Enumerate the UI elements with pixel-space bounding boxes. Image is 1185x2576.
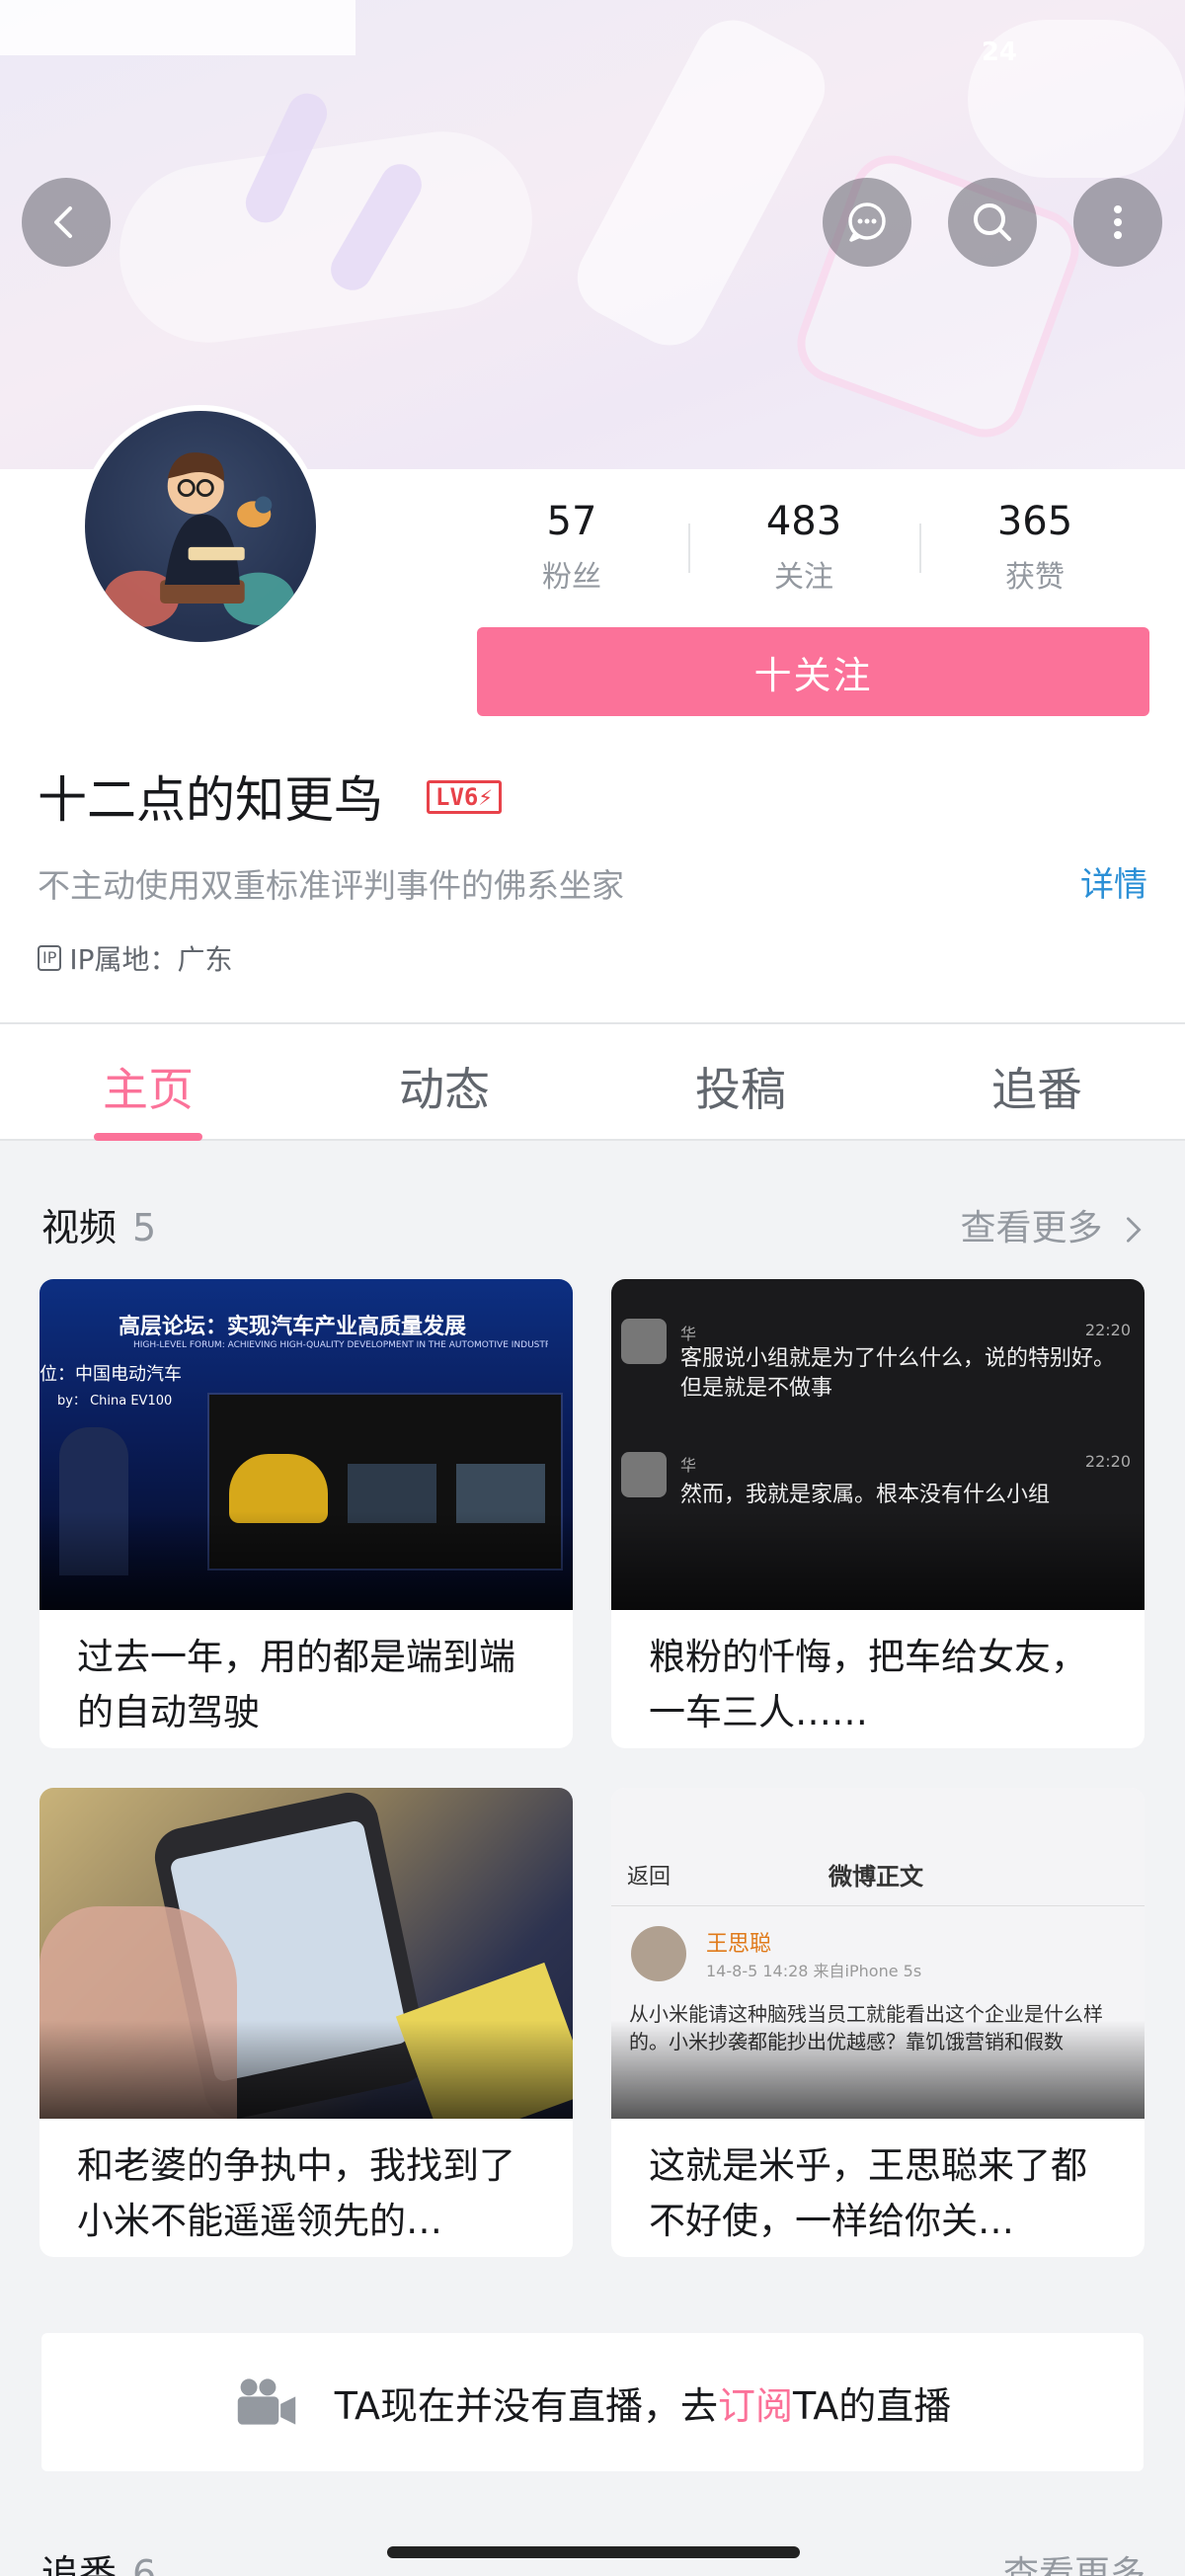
chat-bubble-icon [848,202,886,242]
chat-name: 华 [680,1456,697,1475]
live-status-card: TA现在并没有直播，去 订阅 TA的直播 [41,2333,1144,2471]
search-button[interactable] [948,178,1037,267]
more-button[interactable] [1073,178,1162,267]
profile-banner: 24 [0,0,1185,469]
thumb-side-text: by： China EV100 [57,1394,173,1409]
profile-tabs: 主页 动态 投稿 追番 [0,1022,1185,1141]
detail-link[interactable]: 详情 [1080,857,1147,906]
thumb-gradient [40,2020,573,2119]
avatar-illustration [104,452,295,627]
stat-followers[interactable]: 57 粉丝 [473,499,671,596]
weibo-time: 14-8-5 14:28 来自iPhone 5s [706,1962,922,1980]
banner-shape [108,120,544,355]
video-thumbnail [40,1788,573,2119]
battery-level: 24 [981,38,1017,67]
video-card[interactable]: 高层论坛：实现汽车产业高质量发展 HIGH-LEVEL FORUM: ACHIE… [40,1279,573,1748]
level-badge: LV6⚡ [427,780,502,814]
video-title: 和老婆的争执中，我找到了小米不能遥遥领先的… [77,2144,515,2242]
video-title: 这就是米乎，王思聪来了都不好使，一样给你关… [649,2144,1087,2242]
camera-icon [237,2378,295,2425]
thumb-subheading: HIGH-LEVEL FORUM: ACHIEVING HIGH-QUALITY… [133,1340,548,1350]
bio-text: 不主动使用双重标准评判事件的佛系坐家 [38,866,624,905]
back-arrow-icon [54,206,72,238]
ip-icon: IP [38,945,62,971]
stat-divider [919,523,921,573]
chat-avatar [621,1452,667,1497]
weibo-header: 返回 微博正文 [611,1837,1145,1906]
chat-name: 华 [680,1325,697,1343]
video-card[interactable]: 返回 微博正文 王思聪 14-8-5 14:28 来自iPhone 5s 从小米… [611,1788,1145,2257]
follow-button[interactable]: 十关注 [477,627,1149,716]
video-title: 粮粉的忏悔，把车给女友，一车三人…… [649,1636,1087,1733]
weibo-name: 王思聪 [706,1932,772,1957]
thumb-gradient [611,1511,1145,1610]
thumb-heading: 高层论坛：实现汽车产业高质量发展 [118,1315,467,1339]
stat-value: 483 [765,499,842,544]
video-thumbnail: 高层论坛：实现汽车产业高质量发展 HIGH-LEVEL FORUM: ACHIE… [40,1279,573,1610]
tab-bangumi[interactable]: 追番 [938,1054,1136,1119]
ip-location: IP IP属地：广东 [38,938,233,978]
weibo-back: 返回 [627,1865,672,1890]
tab-uploads[interactable]: 投稿 [642,1054,839,1119]
thumb-gradient [611,2020,1145,2119]
stat-label: 粉丝 [542,560,601,595]
videos-title: 视频 [41,1206,118,1249]
stat-value: 57 [546,499,597,544]
video-thumbnail: 华 22:20 客服说小组就是为了什么什么，说的特别好。但是就是不做事 华 22… [611,1279,1145,1610]
bangumi-title: 追番 [41,2552,118,2576]
thumb-gradient [40,1511,573,1610]
subscribe-live-link[interactable]: 订阅 [718,2375,793,2430]
videos-section-title: 视频 5 [41,1197,156,1251]
stat-likes: 365 获赞 [936,499,1134,596]
bangumi-see-more[interactable]: 查看更多 [1003,2545,1146,2576]
chat-text: 客服说小组就是为了什么什么，说的特别好。但是就是不做事 [680,1346,1116,1401]
weibo-title: 微博正文 [829,1863,923,1891]
bangumi-count: 6 [132,2552,157,2576]
more-vertical-icon [1114,205,1122,239]
live-text-post: TA的直播 [793,2383,952,2428]
ip-text: IP属地：广东 [69,943,233,976]
back-button[interactable] [22,178,111,267]
video-card[interactable]: 华 22:20 客服说小组就是为了什么什么，说的特别好。但是就是不做事 华 22… [611,1279,1145,1748]
videos-see-more[interactable]: 查看更多 [961,1199,1146,1250]
stat-label: 关注 [774,560,833,595]
chat-time: 22:20 [1084,1452,1131,1471]
video-title: 过去一年，用的都是端到端的自动驾驶 [77,1636,515,1733]
chevron-right-icon [1127,1217,1142,1243]
stat-label: 获赞 [1005,560,1065,595]
tab-home[interactable]: 主页 [49,1054,247,1119]
chat-time: 22:20 [1084,1321,1131,1339]
see-more-label: 查看更多 [960,1208,1103,1248]
username: 十二点的知更鸟 [38,771,383,829]
tab-active-indicator [94,1133,202,1141]
stat-following[interactable]: 483 关注 [705,499,903,596]
home-indicator[interactable] [387,2546,800,2558]
live-text-pre: TA现在并没有直播，去 [334,2383,718,2428]
status-bar-left [0,0,356,55]
tab-dynamics[interactable]: 动态 [346,1054,543,1119]
video-card[interactable]: 778 0 21:39 和老婆的争执中，我找到了小米不能遥遥领先的… [40,1788,573,2257]
bangumi-section-title: 追番 6 [41,2543,156,2576]
avatar[interactable] [79,405,322,648]
stat-divider [688,523,690,573]
video-thumbnail: 返回 微博正文 王思聪 14-8-5 14:28 来自iPhone 5s 从小米… [611,1788,1145,2119]
thumb-side-text: 位：中国电动汽车 [40,1364,182,1385]
weibo-avatar [631,1926,686,1981]
videos-count: 5 [132,1206,157,1249]
banner-shape [563,6,839,360]
chat-avatar [621,1319,667,1364]
banner-shape [786,144,1090,448]
search-icon [974,203,1011,241]
chat-text: 然而，我就是家属。根本没有什么小组 [680,1483,1051,1507]
message-button[interactable] [823,178,911,267]
stat-value: 365 [996,499,1073,544]
